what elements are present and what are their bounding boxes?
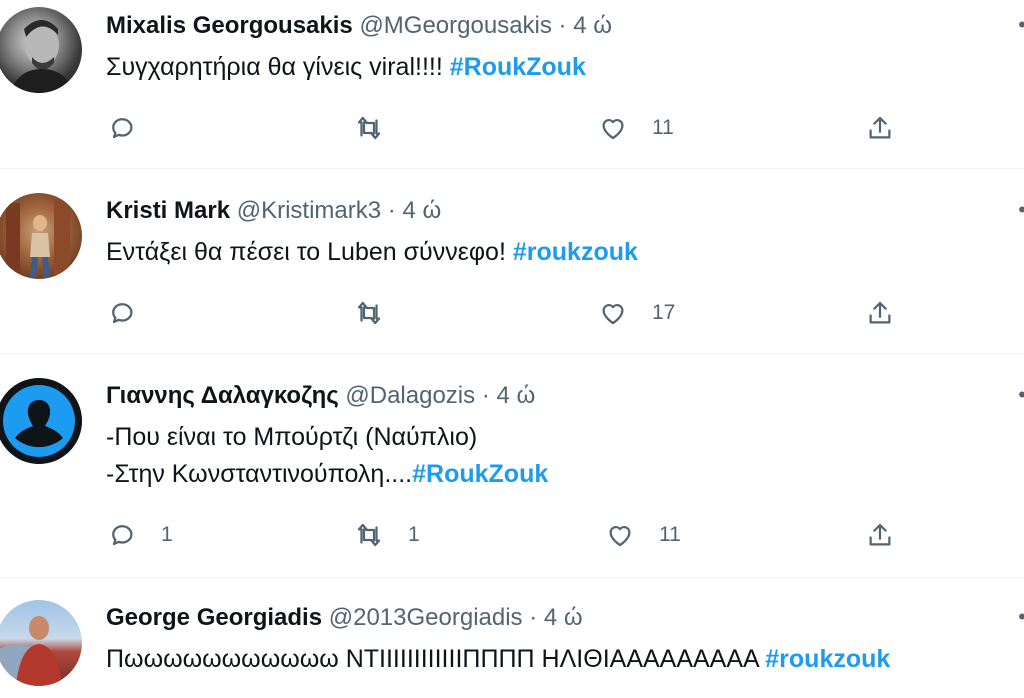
avatar-photo	[0, 616, 62, 686]
hashtag-link[interactable]: #roukzouk	[513, 238, 638, 266]
separator: ·	[529, 604, 538, 631]
more-dots-icon[interactable]: •	[1018, 14, 1024, 36]
tweet[interactable]: Γιαννης Δαλαγκοζης @Dalagozis · 4 ώ • -Π…	[0, 354, 1024, 578]
tweet-text: Πωωωωωωωωωωω ΝΤΙΙΙΙΙΙΙΙΙΙΙΙΠΠΠΠ ΗΛΙΘΙΑΑΑ…	[106, 641, 890, 678]
avatar[interactable]	[0, 600, 82, 686]
share-icon	[869, 301, 891, 324]
tweet-text-line: Πωωωωωωωωωωω ΝΤΙΙΙΙΙΙΙΙΙΙΙΙΠΠΠΠ ΗΛΙΘΙΑΑΑ…	[106, 641, 890, 678]
tweet-text-line: -Που είναι το Μπούρτζι (Ναύπλιο)	[106, 419, 548, 456]
share-icon	[869, 116, 891, 139]
tweet-header: Mixalis Georgousakis @MGeorgousakis · 4 …	[106, 11, 612, 41]
default-avatar-icon	[0, 378, 82, 464]
tweet[interactable]: Mixalis Georgousakis @MGeorgousakis · 4 …	[0, 0, 1024, 169]
tweet-text-plain: Πωωωωωωωωωωω ΝΤΙΙΙΙΙΙΙΙΙΙΙΙΠΠΠΠ ΗΛΙΘΙΑΑΑ…	[106, 645, 766, 673]
reply-icon	[112, 118, 133, 139]
retweet-icon	[357, 523, 381, 547]
reply-count: 1	[161, 523, 173, 546]
author-handle[interactable]: @MGeorgousakis	[359, 12, 551, 39]
hashtag-link[interactable]: #roukzouk	[765, 645, 890, 673]
action-bar: 11	[0, 110, 1024, 146]
tweet[interactable]: Kristi Mark @Kristimark3 · 4 ώ • Εντάξει…	[0, 169, 1024, 354]
avatar[interactable]	[0, 193, 82, 279]
action-bar: 17	[0, 295, 1024, 331]
like-button[interactable]: 11	[605, 517, 681, 553]
separator: ·	[387, 197, 396, 224]
tweet-header: Γιαννης Δαλαγκοζης @Dalagozis · 4 ώ	[106, 381, 535, 411]
heart-icon	[609, 526, 631, 547]
tweet-text-plain: -Στην Κωνσταντινούπολη....	[106, 460, 413, 488]
tweet-text-line: Εντάξει θα πέσει το Luben σύννεφο! #rouk…	[106, 234, 638, 271]
retweet-icon	[357, 301, 381, 325]
share-icon	[869, 523, 891, 546]
avatar-photo	[10, 20, 74, 93]
timestamp[interactable]: 4 ώ	[544, 604, 583, 631]
tweet-header: George Georgiadis @2013Georgiadis · 4 ώ	[106, 603, 583, 633]
tweet-text: Εντάξει θα πέσει το Luben σύννεφο! #rouk…	[106, 234, 638, 271]
tweet-text: -Που είναι το Μπούρτζι (Ναύπλιο) -Στην Κ…	[106, 419, 548, 493]
author-handle[interactable]: @2013Georgiadis	[329, 604, 523, 631]
like-button[interactable]: 11	[598, 110, 674, 146]
reply-button[interactable]	[107, 110, 161, 146]
avatar[interactable]	[0, 378, 82, 464]
share-button[interactable]	[865, 110, 895, 146]
author-name[interactable]: Kristi Mark	[106, 197, 230, 224]
like-button[interactable]: 17	[598, 295, 675, 331]
share-button[interactable]	[865, 295, 895, 331]
tweet-text-line: -Στην Κωνσταντινούπολη....#RoukZouk	[106, 456, 548, 493]
tweet-text-plain: Συγχαρητήρια θα γίνεις viral!!!!	[106, 53, 450, 81]
author-name[interactable]: Mixalis Georgousakis	[106, 12, 353, 39]
tweet[interactable]: George Georgiadis @2013Georgiadis · 4 ώ …	[0, 578, 1024, 698]
timeline: Mixalis Georgousakis @MGeorgousakis · 4 …	[0, 0, 1024, 686]
reply-button[interactable]	[107, 295, 161, 331]
author-name[interactable]: George Georgiadis	[106, 604, 322, 631]
separator: ·	[558, 12, 567, 39]
like-count: 11	[652, 116, 674, 139]
timestamp[interactable]: 4 ώ	[573, 12, 612, 39]
tweet-header: Kristi Mark @Kristimark3 · 4 ώ	[106, 196, 441, 226]
author-name[interactable]: Γιαννης Δαλαγκοζης	[106, 382, 339, 409]
timestamp[interactable]: 4 ώ	[402, 197, 441, 224]
retweet-count: 1	[408, 523, 420, 546]
heart-icon	[602, 119, 624, 140]
tweet-text-plain: -Που είναι το Μπούρτζι (Ναύπλιο)	[106, 423, 478, 451]
reply-icon	[112, 525, 133, 546]
reply-icon	[112, 303, 133, 324]
more-dots-icon[interactable]: •	[1018, 384, 1024, 406]
heart-icon	[602, 304, 624, 325]
like-count: 17	[652, 301, 676, 324]
author-handle[interactable]: @Dalagozis	[345, 382, 475, 409]
action-bar: 1 1 11	[0, 517, 1024, 553]
avatar[interactable]	[0, 7, 82, 93]
like-count: 11	[659, 523, 681, 546]
retweet-button[interactable]	[354, 110, 408, 146]
timestamp[interactable]: 4 ώ	[496, 382, 535, 409]
tweet-text-plain: Εντάξει θα πέσει το Luben σύννεφο!	[106, 238, 513, 266]
share-button[interactable]	[865, 517, 895, 553]
tweet-text-line: Συγχαρητήρια θα γίνεις viral!!!! #RoukZo…	[106, 49, 586, 86]
hashtag-link[interactable]: #RoukZouk	[450, 53, 586, 81]
retweet-button[interactable]	[354, 295, 408, 331]
author-handle[interactable]: @Kristimark3	[237, 197, 381, 224]
reply-button[interactable]: 1	[107, 517, 173, 553]
avatar-photo	[6, 199, 70, 277]
hashtag-link[interactable]: #RoukZouk	[412, 460, 548, 488]
more-dots-icon[interactable]: •	[1018, 199, 1024, 221]
more-dots-icon[interactable]: •	[1018, 606, 1024, 628]
retweet-button[interactable]: 1	[354, 517, 420, 553]
tweet-text: Συγχαρητήρια θα γίνεις viral!!!! #RoukZo…	[106, 49, 586, 86]
retweet-icon	[357, 116, 381, 140]
separator: ·	[481, 382, 490, 409]
